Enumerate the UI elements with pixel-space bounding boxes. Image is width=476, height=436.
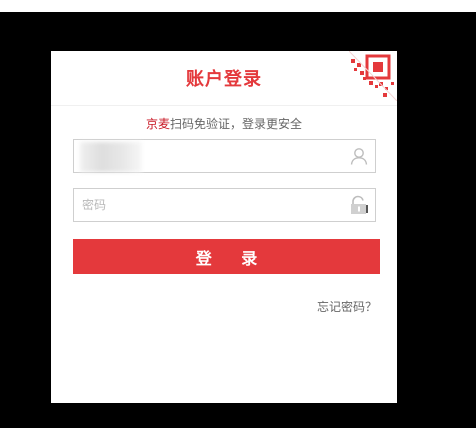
- blurred-username: [80, 142, 142, 172]
- bottom-band: [0, 428, 476, 436]
- user-icon: [349, 146, 369, 166]
- login-button[interactable]: 登 录: [73, 239, 380, 274]
- password-field[interactable]: [73, 188, 376, 222]
- login-title: 账户登录: [186, 69, 262, 90]
- qr-code-icon[interactable]: [348, 50, 398, 102]
- title-divider: [51, 105, 397, 106]
- hint-brand[interactable]: 京麦: [146, 117, 170, 131]
- lock-icon: [349, 195, 369, 215]
- hint-text: 扫码免验证，登录更安全: [170, 117, 303, 131]
- top-band: [0, 0, 476, 12]
- screen: 账户登录 京麦扫码免验证，登录更安全 登 录 忘记密码？: [0, 0, 476, 436]
- password-input[interactable]: [74, 189, 352, 221]
- forgot-password-link[interactable]: 忘记密码？: [317, 298, 377, 315]
- scan-hint: 京麦扫码免验证，登录更安全: [51, 115, 397, 132]
- login-panel: 账户登录 京麦扫码免验证，登录更安全 登 录 忘记密码？: [51, 50, 398, 403]
- username-field[interactable]: [73, 139, 376, 173]
